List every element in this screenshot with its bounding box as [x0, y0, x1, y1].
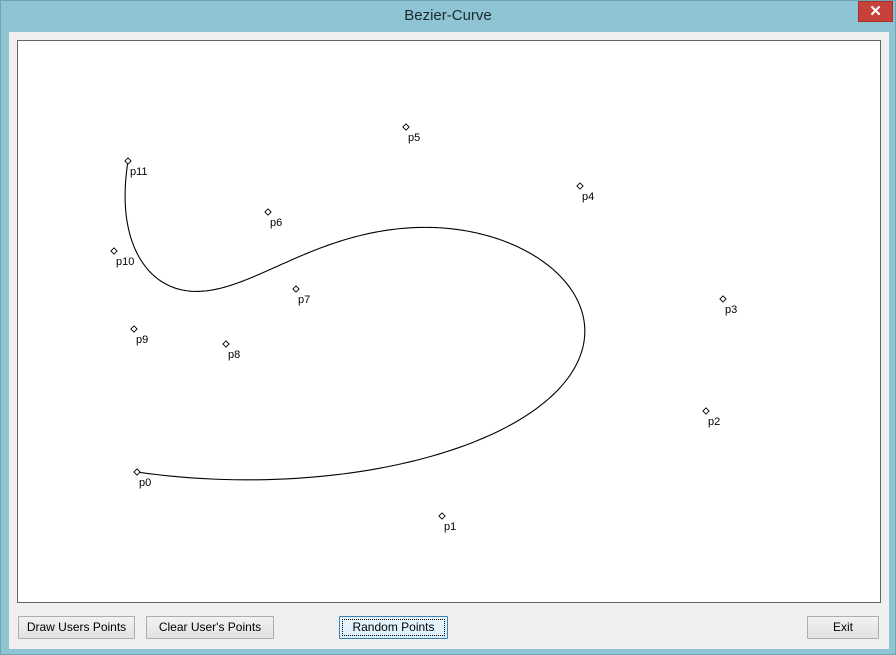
control-point[interactable]: p3 — [719, 295, 737, 316]
exit-button[interactable]: Exit — [807, 616, 879, 639]
point-label: p4 — [582, 191, 594, 203]
control-point[interactable]: p4 — [576, 182, 594, 203]
point-marker[interactable] — [719, 295, 727, 303]
draw-users-points-button[interactable]: Draw Users Points — [18, 616, 135, 639]
random-points-button[interactable]: Random Points — [339, 616, 448, 639]
control-points: p0 p1 p2 p3 p4 p5 p6 p7 p8 p9 p10 p11 — [110, 123, 737, 533]
drawing-canvas[interactable]: p0 p1 p2 p3 p4 p5 p6 p7 p8 p9 p10 p11 — [17, 40, 881, 603]
point-marker[interactable] — [124, 157, 132, 165]
point-marker[interactable] — [402, 123, 410, 131]
control-point[interactable]: p5 — [402, 123, 420, 144]
control-point[interactable]: p9 — [130, 325, 148, 346]
close-button[interactable]: ✕ — [858, 1, 893, 22]
point-marker[interactable] — [133, 468, 141, 476]
point-marker[interactable] — [222, 340, 230, 348]
point-label: p11 — [130, 166, 148, 178]
clear-users-points-button[interactable]: Clear User's Points — [146, 616, 274, 639]
point-marker[interactable] — [702, 407, 710, 415]
control-point[interactable]: p7 — [292, 285, 310, 306]
point-label: p0 — [139, 477, 151, 489]
point-label: p10 — [116, 256, 134, 268]
point-marker[interactable] — [438, 512, 446, 520]
control-point[interactable]: p1 — [438, 512, 456, 533]
point-label: p5 — [408, 132, 420, 144]
close-icon: ✕ — [869, 3, 882, 20]
canvas-svg: p0 p1 p2 p3 p4 p5 p6 p7 p8 p9 p10 p11 — [110, 123, 737, 533]
point-label: p8 — [228, 349, 240, 361]
control-point[interactable]: p0 — [133, 468, 151, 489]
client-area: p0 p1 p2 p3 p4 p5 p6 p7 p8 p9 p10 p11 Draw Users Po… — [9, 32, 889, 649]
control-point[interactable]: p6 — [264, 208, 282, 229]
point-marker[interactable] — [576, 182, 584, 190]
point-label: p9 — [136, 334, 148, 346]
window-title: Bezier-Curve — [404, 7, 492, 24]
point-marker[interactable] — [264, 208, 272, 216]
control-point[interactable]: p11 — [124, 157, 148, 178]
point-label: p2 — [708, 416, 720, 428]
point-marker[interactable] — [110, 247, 118, 255]
point-label: p6 — [270, 217, 282, 229]
control-point[interactable]: p10 — [110, 247, 134, 268]
app-window: Bezier-Curve ✕ p0 p1 p2 p3 p4 p5 p6 p7 p8 p9 p10 p1… — [0, 0, 896, 655]
title-bar[interactable]: Bezier-Curve ✕ — [1, 1, 895, 31]
point-label: p7 — [298, 294, 310, 306]
control-point[interactable]: p2 — [702, 407, 720, 428]
point-label: p3 — [725, 304, 737, 316]
point-marker[interactable] — [292, 285, 300, 293]
control-point[interactable]: p8 — [222, 340, 240, 361]
point-marker[interactable] — [130, 325, 138, 333]
bezier-curve — [124, 160, 586, 481]
point-label: p1 — [444, 521, 456, 533]
